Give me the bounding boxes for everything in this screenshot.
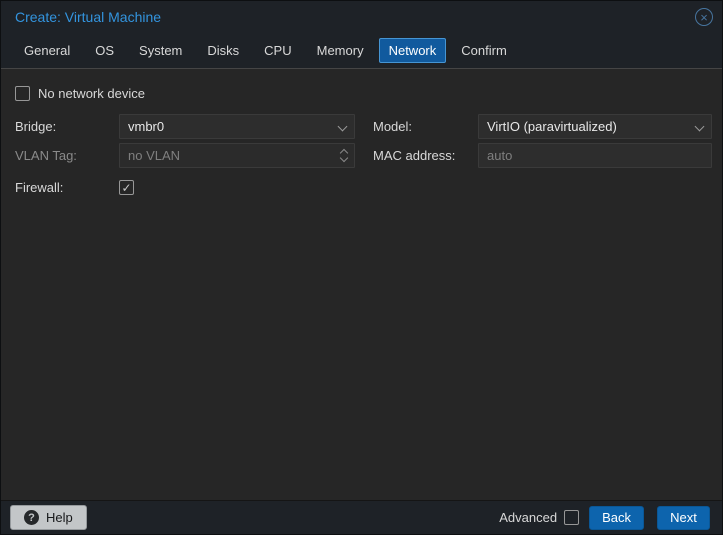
firewall-cell: ✓ xyxy=(119,175,355,200)
close-button[interactable]: × xyxy=(695,8,713,26)
dialog-title: Create: Virtual Machine xyxy=(15,9,162,25)
model-combobox[interactable] xyxy=(478,114,712,139)
no-network-device-row: No network device xyxy=(15,86,708,101)
tab-memory[interactable]: Memory xyxy=(307,38,374,63)
bridge-field xyxy=(119,114,355,139)
bridge-combobox[interactable] xyxy=(119,114,355,139)
tab-confirm[interactable]: Confirm xyxy=(451,38,517,63)
back-button[interactable]: Back xyxy=(589,505,644,530)
check-icon: ✓ xyxy=(121,180,132,195)
help-button[interactable]: ? Help xyxy=(10,505,87,530)
tab-system[interactable]: System xyxy=(129,38,192,63)
mac-address-input[interactable] xyxy=(478,143,712,168)
no-network-device-checkbox[interactable] xyxy=(15,86,30,101)
titlebar: Create: Virtual Machine × xyxy=(1,1,722,33)
help-icon: ? xyxy=(24,510,39,525)
firewall-label: Firewall: xyxy=(15,180,64,195)
spinner-arrows-icon[interactable] xyxy=(339,143,349,168)
vlan-tag-field xyxy=(119,143,355,168)
footer-toolbar: ? Help Advanced Back Next xyxy=(1,501,722,534)
network-form-grid: Bridge: Model: VLAN Tag: MAC address: xyxy=(15,114,712,200)
vlan-tag-label: VLAN Tag: xyxy=(15,148,77,163)
tab-general[interactable]: General xyxy=(14,38,80,63)
close-icon: × xyxy=(700,9,708,25)
firewall-checkbox[interactable]: ✓ xyxy=(119,180,134,195)
model-label: Model: xyxy=(373,119,413,134)
help-button-label: Help xyxy=(46,510,73,525)
mac-address-label: MAC address: xyxy=(373,148,456,163)
footer-actions: Advanced Back Next xyxy=(499,505,710,530)
tab-os[interactable]: OS xyxy=(85,38,124,63)
tab-cpu[interactable]: CPU xyxy=(254,38,301,63)
bridge-label: Bridge: xyxy=(15,119,57,134)
next-button[interactable]: Next xyxy=(657,505,710,530)
mac-address-field xyxy=(478,143,712,168)
vlan-tag-spinner-input[interactable] xyxy=(119,143,355,168)
spinner-down-icon[interactable] xyxy=(339,153,349,163)
tab-network[interactable]: Network xyxy=(378,38,447,63)
model-field xyxy=(478,114,712,139)
advanced-checkbox[interactable] xyxy=(564,510,580,525)
network-tab-panel: No network device Bridge: Model: VLAN Ta… xyxy=(1,68,722,501)
create-vm-dialog: Create: Virtual Machine × General OS Sys… xyxy=(0,0,723,535)
tab-disks[interactable]: Disks xyxy=(197,38,249,63)
no-network-device-label: No network device xyxy=(38,86,145,101)
wizard-tabbar: General OS System Disks CPU Memory Netwo… xyxy=(1,33,722,68)
advanced-label: Advanced xyxy=(499,510,558,525)
